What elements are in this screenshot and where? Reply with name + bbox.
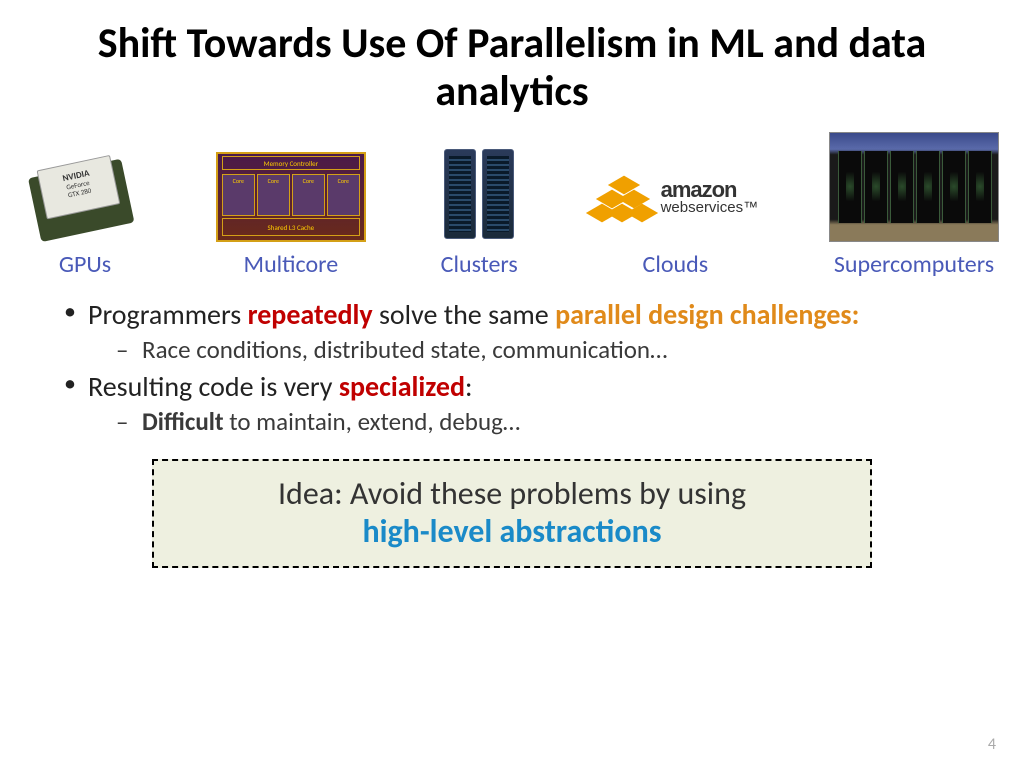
aws-sub: webservices™ xyxy=(661,199,759,216)
tech-supercomputers: Supercomputers xyxy=(829,132,999,279)
b1-red: repeatedly xyxy=(248,297,373,332)
gpu-label: GPUs xyxy=(59,250,111,279)
tech-gpus: NVIDIA GeForce GTX 280 GPUs xyxy=(25,152,145,279)
b2-text: Resulting code is very xyxy=(88,369,339,404)
multicore-label: Multicore xyxy=(244,250,339,279)
tech-clusters: Clusters xyxy=(437,152,522,279)
b1-mid: solve the same xyxy=(373,297,555,332)
clusters-label: Clusters xyxy=(441,250,518,279)
supercomputer-image xyxy=(829,132,999,242)
bullet-1: Programmers repeatedly solve the same pa… xyxy=(60,297,964,365)
idea-line1: Idea: Avoid these problems by using xyxy=(278,474,746,513)
bullet-list: Programmers repeatedly solve the same pa… xyxy=(0,279,1024,438)
bullet-2: Resulting code is very specialized: Diff… xyxy=(60,369,964,437)
mc-core: Core xyxy=(327,174,360,216)
multicore-image: Memory Controller Core Core Core Core Sh… xyxy=(216,152,366,242)
mc-core: Core xyxy=(257,174,290,216)
mc-core: Core xyxy=(222,174,255,216)
b2-sub-rest: to maintain, extend, debug… xyxy=(224,406,521,437)
bullet-2-sub: Difficult to maintain, extend, debug… xyxy=(88,406,964,437)
gpu-image: NVIDIA GeForce GTX 280 xyxy=(25,152,145,242)
b2-sub-bold: Difficult xyxy=(142,406,224,437)
clusters-image xyxy=(437,152,522,242)
page-number: 4 xyxy=(988,735,996,754)
tech-multicore: Memory Controller Core Core Core Core Sh… xyxy=(216,152,366,279)
aws-image: amazon webservices™ xyxy=(593,152,759,242)
mc-cache: Shared L3 Cache xyxy=(222,218,360,236)
server-rack-icon xyxy=(482,149,514,239)
mc-core: Core xyxy=(292,174,325,216)
technology-row: NVIDIA GeForce GTX 280 GPUs Memory Contr… xyxy=(0,132,1024,279)
b2-post: : xyxy=(465,369,473,404)
b1-orange: parallel design challenges: xyxy=(555,297,859,332)
b1-text: Programmers xyxy=(88,297,248,332)
server-rack-icon xyxy=(444,149,476,239)
tech-clouds: amazon webservices™ Clouds xyxy=(593,152,759,279)
mc-mem-controller: Memory Controller xyxy=(222,156,360,170)
b2-red: specialized xyxy=(339,369,465,404)
bullet-1-sub: Race conditions, distributed state, comm… xyxy=(88,334,964,365)
clouds-label: Clouds xyxy=(643,250,709,279)
aws-cubes-icon xyxy=(593,172,653,222)
supercomputers-label: Supercomputers xyxy=(834,250,994,279)
idea-callout: Idea: Avoid these problems by using high… xyxy=(152,459,872,568)
idea-highlight: high-level abstractions xyxy=(362,512,661,551)
slide-title: Shift Towards Use Of Parallelism in ML a… xyxy=(0,0,1024,127)
